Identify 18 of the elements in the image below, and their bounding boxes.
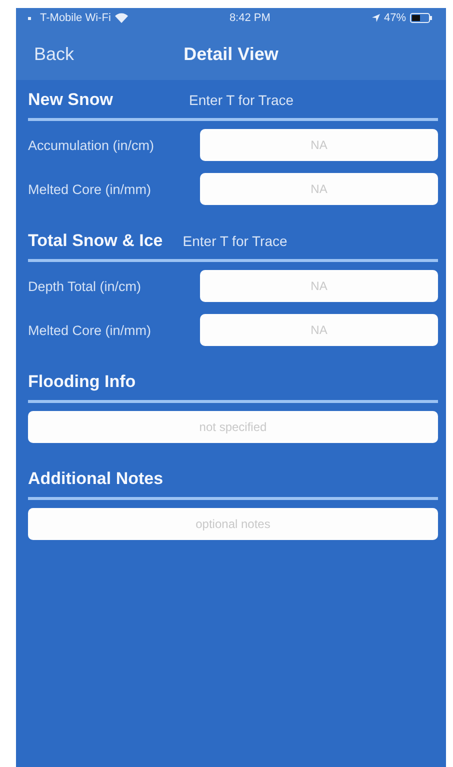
location-icon — [372, 14, 380, 22]
section-title: Additional Notes — [28, 469, 164, 489]
field-label: Depth Total (in/cm) — [28, 278, 142, 294]
wifi-icon — [114, 13, 128, 23]
section-hint: Enter T for Trace — [182, 233, 288, 249]
field-label: Melted Core (in/mm) — [28, 322, 152, 338]
section-title: Total Snow & Ice — [28, 231, 163, 251]
section-hint: Enter T for Trace — [189, 92, 294, 108]
battery-icon — [410, 13, 432, 23]
back-button[interactable]: Back — [34, 44, 74, 64]
carrier-label: T-Mobile Wi-Fi — [40, 12, 111, 24]
field-label: Accumulation (in/cm) — [28, 138, 156, 152]
field-label: Melted Core (in/mm) — [28, 182, 152, 196]
screen-title: Detail View — [184, 44, 278, 64]
time-label: 8:42 PM — [229, 12, 270, 24]
section-title: New Snow — [28, 90, 114, 110]
section-title: Flooding Info — [28, 372, 136, 392]
battery-percent: 47% — [384, 12, 406, 24]
